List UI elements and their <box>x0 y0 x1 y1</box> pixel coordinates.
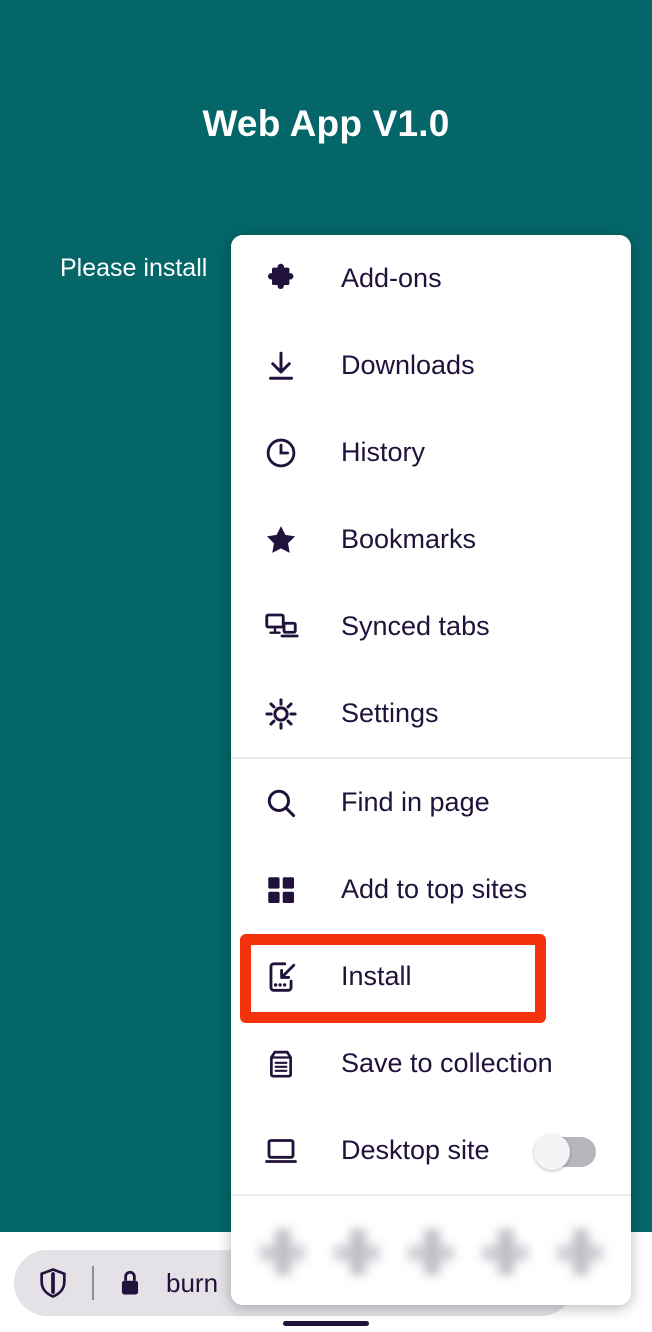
menu-item-label: Desktop site <box>341 1135 490 1165</box>
menu-item-bookmarks[interactable]: Bookmarks <box>231 496 631 583</box>
star-icon <box>260 519 302 561</box>
menu-item-label: History <box>341 437 426 467</box>
menu-item-label: Settings <box>341 698 439 728</box>
gear-icon <box>260 693 302 735</box>
quick-action-icon[interactable] <box>482 1229 529 1275</box>
menu-item-history[interactable]: History <box>231 409 631 496</box>
home-indicator <box>283 1321 369 1326</box>
download-icon <box>260 345 302 387</box>
menu-item-label: Save to collection <box>341 1048 553 1078</box>
quick-actions-row[interactable] <box>231 1196 631 1305</box>
menu-item-add-to-top-sites[interactable]: Add to top sites <box>231 846 631 933</box>
laptop-icon <box>260 1130 302 1172</box>
menu-item-downloads[interactable]: Downloads <box>231 322 631 409</box>
menu-item-label: Add-ons <box>341 263 442 293</box>
menu-item-install[interactable]: Install <box>231 933 631 1020</box>
url-text: burn <box>166 1267 219 1298</box>
clock-icon <box>260 432 302 474</box>
menu-item-label: Install <box>341 961 412 991</box>
search-icon <box>260 782 302 824</box>
desktop-site-toggle[interactable] <box>534 1133 596 1170</box>
quick-action-icon[interactable] <box>407 1229 454 1275</box>
toggle-knob <box>534 1133 570 1170</box>
quick-action-icon[interactable] <box>333 1229 380 1275</box>
menu-item-desktop-site[interactable]: Desktop site <box>231 1107 631 1194</box>
browser-menu-panel: Add-ons Downloads History Bookmarks Sync… <box>231 235 631 1305</box>
menu-item-label: Bookmarks <box>341 524 477 554</box>
menu-item-label: Add to top sites <box>341 874 528 904</box>
quick-action-icon[interactable] <box>259 1229 306 1275</box>
page-title: Web App V1.0 <box>202 103 450 144</box>
install-to-phone-icon <box>260 956 302 998</box>
grid-icon <box>260 869 302 911</box>
menu-item-label: Find in page <box>341 787 490 817</box>
menu-item-synced-tabs[interactable]: Synced tabs <box>231 583 631 670</box>
shield-icon[interactable] <box>36 1266 70 1300</box>
puzzle-piece-icon <box>260 258 302 300</box>
synced-devices-icon <box>260 606 302 648</box>
collection-icon <box>260 1043 302 1085</box>
menu-item-save-to-collection[interactable]: Save to collection <box>231 1020 631 1107</box>
page-subtitle: Please install <box>60 254 208 282</box>
menu-item-label: Synced tabs <box>341 611 490 641</box>
menu-item-label: Downloads <box>341 350 475 380</box>
lock-icon[interactable] <box>116 1268 144 1298</box>
toolbar-divider <box>92 1266 94 1300</box>
menu-item-add-ons[interactable]: Add-ons <box>231 235 631 322</box>
menu-item-settings[interactable]: Settings <box>231 670 631 757</box>
menu-item-find-in-page[interactable]: Find in page <box>231 759 631 846</box>
quick-action-icon[interactable] <box>556 1229 603 1275</box>
